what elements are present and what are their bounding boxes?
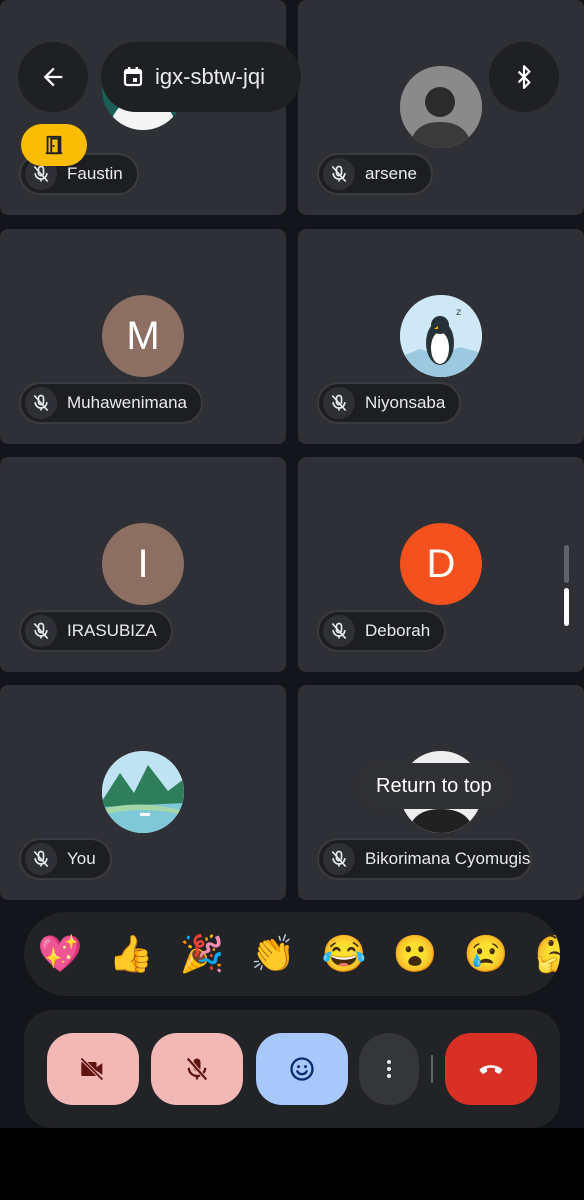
participant-name-pill: Deborah — [317, 610, 447, 652]
participant-name-pill: Bikorimana Cyomugis — [317, 838, 533, 880]
participant-name-pill: You — [19, 838, 112, 880]
avatar: z — [400, 295, 482, 377]
mic-off-icon — [323, 387, 355, 419]
avatar — [102, 751, 184, 833]
mic-off-icon — [323, 615, 355, 647]
mic-off-icon — [186, 1057, 208, 1081]
meeting-code: igx-sbtw-jqi — [155, 64, 266, 89]
end-call-icon — [479, 1065, 503, 1074]
scrollbar-track[interactable] — [564, 545, 569, 583]
participant-name: IRASUBIZA — [67, 621, 157, 640]
mic-off-icon — [25, 615, 57, 647]
mic-off-icon — [323, 843, 355, 875]
back-button[interactable] — [18, 42, 88, 112]
participant-name: arsene — [365, 164, 417, 183]
svg-text:z: z — [456, 307, 461, 318]
door-icon — [45, 135, 63, 155]
avatar-letter: I — [137, 541, 149, 586]
scrollbar-thumb[interactable] — [564, 588, 569, 626]
avatar-letter: D — [426, 541, 456, 586]
reaction-tears-of-joy[interactable]: 😂 — [318, 928, 370, 980]
participant-name-pill: Niyonsaba — [317, 382, 462, 424]
participant-tile-deborah[interactable]: D Deborah — [298, 457, 584, 672]
reaction-crying[interactable]: 😢 — [460, 928, 512, 980]
arrow-back-icon — [43, 67, 63, 87]
reactions-bar: 💖 👍 🎉 👏 😂 😮 😢 🤔 — [24, 912, 560, 996]
avatar: D — [400, 523, 482, 605]
avatar — [400, 66, 482, 148]
participant-name: Niyonsaba — [365, 393, 446, 412]
emoji-icon — [290, 1057, 314, 1081]
reaction-clapping-hands[interactable]: 👏 — [247, 928, 299, 980]
camera-off-icon — [80, 1057, 104, 1081]
avatar: M — [102, 295, 184, 377]
room-badge[interactable] — [21, 124, 87, 166]
emoji-reactions-button[interactable] — [256, 1033, 348, 1105]
participant-name-pill: IRASUBIZA — [19, 610, 173, 652]
system-navigation-bar — [0, 1128, 584, 1200]
participant-name: Deborah — [365, 621, 431, 640]
call-controls — [24, 1010, 560, 1128]
mic-toggle-button[interactable] — [151, 1033, 243, 1105]
camera-toggle-button[interactable] — [47, 1033, 139, 1105]
reaction-sparkling-heart[interactable]: 💖 — [34, 928, 86, 980]
mic-off-icon — [25, 387, 57, 419]
bluetooth-audio-button[interactable] — [489, 42, 559, 112]
participant-name: Faustin — [67, 164, 123, 183]
end-call-button[interactable] — [445, 1033, 537, 1105]
controls-divider — [431, 1055, 433, 1083]
more-options-button[interactable] — [359, 1033, 419, 1105]
avatar-letter: M — [126, 313, 160, 358]
participant-tile-niyonsaba[interactable]: z Niyonsaba — [298, 229, 584, 444]
meeting-info-button[interactable]: igx-sbtw-jqi — [101, 42, 301, 112]
reaction-surprised[interactable]: 😮 — [389, 928, 441, 980]
return-to-top-tooltip[interactable]: Return to top — [358, 763, 510, 809]
avatar: I — [102, 523, 184, 605]
bluetooth-icon — [517, 65, 531, 89]
participant-tile-irasubiza[interactable]: I IRASUBIZA — [0, 457, 286, 672]
reaction-thinking[interactable]: 🤔 — [531, 928, 560, 980]
calendar-icon — [123, 67, 143, 87]
mic-off-icon — [323, 158, 355, 190]
participant-name: Bikorimana Cyomugis — [365, 849, 531, 868]
participant-name-pill: Muhawenimana — [19, 382, 204, 424]
participant-name: You — [67, 849, 96, 868]
tooltip-text: Return to top — [376, 774, 492, 797]
reaction-thumbs-up[interactable]: 👍 — [105, 928, 157, 980]
mic-off-icon — [25, 843, 57, 875]
participant-name-pill: arsene — [317, 153, 433, 195]
reaction-party-popper[interactable]: 🎉 — [176, 928, 228, 980]
participant-name: Muhawenimana — [67, 393, 188, 412]
participant-tile-muhawenimana[interactable]: M Muhawenimana — [0, 229, 286, 444]
more-vert-icon — [387, 1060, 391, 1078]
participant-tile-you[interactable]: You — [0, 685, 286, 900]
